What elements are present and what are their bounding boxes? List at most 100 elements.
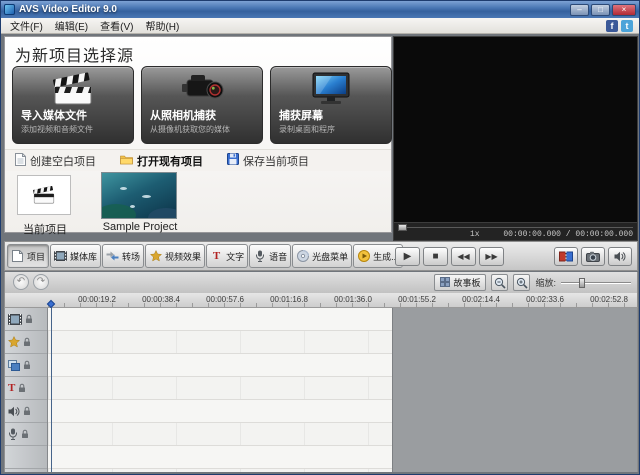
track-header-effects[interactable]	[5, 331, 47, 354]
lock-icon	[21, 429, 29, 439]
undo-button[interactable]: ↶	[13, 274, 29, 290]
play-button[interactable]: ▶	[395, 247, 420, 266]
star-icon	[8, 336, 20, 348]
maximize-button[interactable]: □	[591, 4, 610, 16]
undo-redo-group: ↶ ↷	[13, 274, 49, 290]
app-window: AVS Video Editor 9.0 – □ × 文件(F) 编辑(E) 查…	[0, 0, 640, 475]
redo-button[interactable]: ↷	[33, 274, 49, 290]
lock-icon	[25, 314, 33, 324]
capture-screen-card[interactable]: 捕获屏幕 录制桌面和程序	[270, 66, 392, 144]
tab-project[interactable]: 项目	[7, 244, 49, 268]
disc-icon	[296, 250, 309, 263]
create-blank-project-link[interactable]: 创建空白项目	[15, 153, 96, 169]
timeline-tracks: T	[4, 308, 638, 472]
card-subtitle: 录制桌面和程序	[271, 123, 391, 135]
open-folder-icon	[120, 154, 133, 168]
tab-label: 视频效果	[165, 250, 201, 263]
ruler-label: 00:01:16.8	[265, 295, 313, 304]
preview-screen	[393, 36, 638, 223]
ruler-label: 00:02:52.8	[585, 295, 633, 304]
twitter-icon[interactable]: t	[621, 20, 633, 32]
zoom-slider[interactable]	[561, 277, 631, 289]
tab-voice[interactable]: 语音	[249, 244, 291, 268]
filmstrip-icon	[54, 250, 67, 263]
track-header-text[interactable]: T	[5, 377, 47, 400]
tab-transitions[interactable]: 转场	[102, 244, 144, 268]
zoom-slider-handle[interactable]	[579, 278, 585, 288]
filmstrip-icon	[8, 314, 22, 325]
storyboard-grid-icon	[440, 277, 450, 289]
tabs: 项目 媒体库 转场 视	[7, 244, 403, 268]
open-existing-project-link[interactable]: 打开现有项目	[120, 153, 203, 169]
ruler-label: 00:02:14.4	[457, 295, 505, 304]
tab-text[interactable]: T 文字	[206, 244, 248, 268]
current-project-thumbnail[interactable]	[17, 175, 71, 215]
track-header-overlay[interactable]	[5, 354, 47, 377]
thumbnail-art	[130, 205, 135, 208]
lock-icon	[23, 360, 31, 370]
import-media-card[interactable]: 导入媒体文件 添加视频和音频文件	[12, 66, 134, 144]
track-header-video[interactable]	[5, 308, 47, 331]
save-current-project-link[interactable]: 保存当前项目	[227, 153, 309, 169]
tab-bar: 项目 媒体库 转场 视	[4, 241, 638, 271]
ruler-label: 00:00:19.2	[73, 295, 121, 304]
monitor-icon	[271, 67, 391, 107]
playback-speed: 1x	[470, 230, 480, 239]
tab-media-library[interactable]: 媒体库	[50, 244, 101, 268]
stop-button[interactable]: ■	[423, 247, 448, 266]
storyboard-label: 故事板	[453, 276, 480, 289]
tab-label: 媒体库	[70, 250, 97, 263]
track-header-column: T	[5, 308, 48, 472]
tab-label: 项目	[27, 250, 45, 263]
speaker-icon	[8, 406, 20, 417]
menu-view[interactable]: 查看(V)	[94, 18, 139, 33]
tab-disc-menu[interactable]: 光盘菜单	[292, 244, 352, 268]
ruler-label: 00:00:38.4	[137, 295, 185, 304]
camcorder-icon	[142, 67, 262, 107]
menu-help[interactable]: 帮助(H)	[139, 18, 185, 33]
menu-file[interactable]: 文件(F)	[4, 18, 49, 33]
previous-frame-button[interactable]: ◀◀	[451, 247, 476, 266]
ruler-label: 00:02:33.6	[521, 295, 569, 304]
zoom-in-button[interactable]	[513, 274, 530, 291]
timeline-track-area	[48, 308, 637, 472]
card-title: 捕获屏幕	[271, 107, 391, 123]
storyboard-toggle[interactable]: 故事板	[434, 274, 486, 291]
volume-button[interactable]	[608, 247, 632, 266]
card-subtitle: 从摄像机获取您的媒体	[142, 123, 262, 135]
tab-video-effects[interactable]: 视频效果	[145, 244, 205, 268]
text-icon: T	[210, 250, 223, 263]
tab-label: 光盘菜单	[312, 250, 348, 263]
zoom-out-button[interactable]	[491, 274, 508, 291]
thumbnail-art	[148, 208, 177, 219]
timeline-ruler[interactable]: 00:00:19.2 00:00:38.4 00:00:57.6 00:01:1…	[4, 293, 638, 308]
next-frame-button[interactable]: ▶▶	[479, 247, 504, 266]
menu-bar: 文件(F) 编辑(E) 查看(V) 帮助(H) f t	[1, 18, 639, 34]
lock-icon	[23, 406, 31, 416]
produce-icon	[357, 250, 370, 263]
track-header-voice[interactable]	[5, 423, 47, 446]
timeline-view-controls: 故事板 缩放:	[434, 274, 631, 291]
star-icon	[149, 250, 162, 263]
track-header-audio[interactable]	[5, 400, 47, 423]
card-subtitle: 添加视频和音频文件	[13, 123, 133, 135]
speaker-icon	[614, 251, 626, 262]
split-button[interactable]	[554, 247, 578, 266]
playhead-line[interactable]	[51, 308, 52, 472]
capture-from-camera-card[interactable]: 从照相机捕获 从摄像机获取您的媒体	[141, 66, 263, 144]
snapshot-button[interactable]	[581, 247, 605, 266]
overlay-icon	[8, 360, 20, 371]
facebook-icon[interactable]: f	[606, 20, 618, 32]
close-button[interactable]: ×	[612, 4, 636, 16]
title-bar: AVS Video Editor 9.0 – □ ×	[1, 1, 639, 18]
app-icon	[4, 4, 15, 15]
menu-edit[interactable]: 编辑(E)	[49, 18, 94, 33]
ruler-label: 00:00:57.6	[201, 295, 249, 304]
sample-project-thumbnail[interactable]	[101, 172, 177, 219]
minimize-button[interactable]: –	[570, 4, 589, 16]
sample-project-label: Sample Project	[95, 221, 185, 233]
lock-icon	[23, 337, 31, 347]
window-controls: – □ ×	[570, 4, 636, 16]
track-header-extra[interactable]	[5, 446, 47, 469]
project-links: 创建空白项目 打开现有项目	[5, 149, 391, 171]
